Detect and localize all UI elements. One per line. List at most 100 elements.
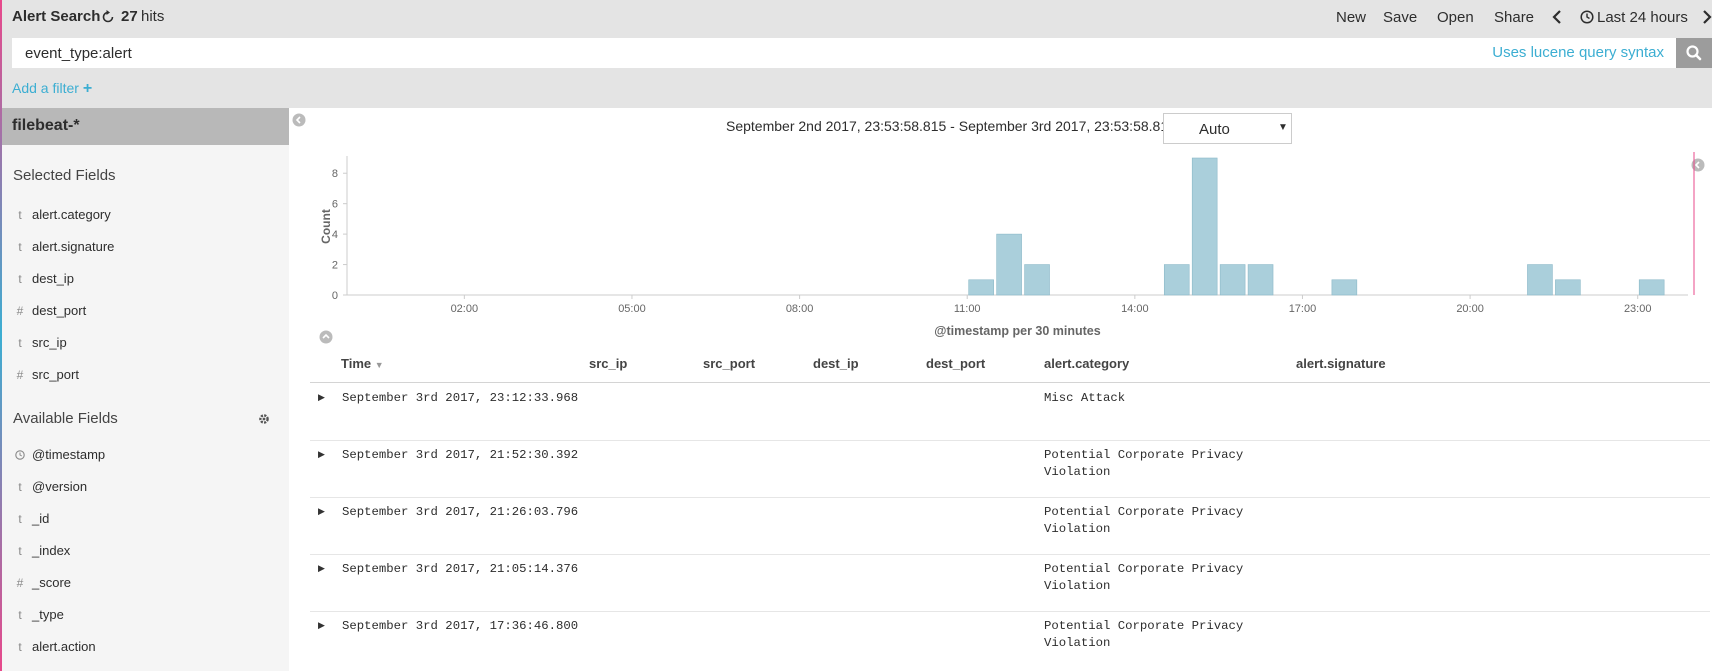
field-name: alert.signature [32,239,115,254]
field-type-number: # [16,576,24,590]
lucene-syntax-link[interactable]: Uses lucene query syntax [1492,44,1664,61]
field-item[interactable]: t _index [2,536,289,568]
field-item[interactable]: t _type [2,600,289,632]
column-header-alert-category[interactable]: alert.category [1044,356,1129,371]
field-item[interactable]: # _score [2,568,289,600]
field-type-string: t [18,640,22,654]
field-item[interactable]: t dest_ip [2,264,289,296]
cell-alert-category: Potential Corporate Privacy Violation [1044,505,1244,536]
field-type-string: t [18,512,22,526]
table-row: ▶ September 3rd 2017, 17:36:46.800 Poten… [310,612,1710,669]
column-header-alert-signature[interactable]: alert.signature [1296,356,1386,371]
collapse-histogram-icon[interactable] [319,330,333,344]
query-bar: Uses lucene query syntax [2,36,1712,70]
field-name: @timestamp [32,447,106,462]
x-axis-label: @timestamp per 30 minutes [934,324,1100,338]
expand-row-icon[interactable]: ▶ [318,620,325,631]
expand-row-icon[interactable]: ▶ [318,506,325,517]
field-item[interactable]: t _id [2,504,289,536]
cell-alert-category: Misc Attack [1044,391,1126,405]
selected-fields-title: Selected Fields [13,167,116,184]
chevron-right-icon[interactable] [1700,8,1712,26]
field-type-string: t [18,544,22,558]
field-item[interactable]: t alert.signature [2,232,289,264]
field-item[interactable]: # src_port [2,360,289,392]
sort-icon[interactable]: ▼ [375,360,384,370]
index-pattern-selector[interactable]: filebeat-* [2,108,289,145]
available-fields-title: Available Fields [13,410,118,427]
column-header-dest-port[interactable]: dest_port [926,356,985,371]
cell-alert-category: Potential Corporate Privacy Violation [1044,619,1244,650]
add-filter-button[interactable]: Add a filter + [12,80,92,98]
histogram-bar [1191,157,1218,296]
x-tick-label: 17:00 [1289,303,1317,315]
open-button[interactable]: Open [1437,9,1474,26]
field-name: dest_port [32,303,87,318]
time-picker-button[interactable]: Last 24 hours [1597,9,1688,26]
collapse-sidebar-icon[interactable] [292,113,306,127]
field-item[interactable]: # dest_port [2,296,289,328]
field-type-string: t [18,272,22,286]
expand-row-icon[interactable]: ▶ [318,563,325,574]
x-tick-label: 20:00 [1456,303,1484,315]
clock-icon [15,450,25,460]
search-icon [1686,45,1702,61]
field-item[interactable]: @timestamp [2,440,289,472]
histogram-bar [1247,264,1274,296]
column-header-src-ip[interactable]: src_ip [589,356,627,371]
x-tick-label: 08:00 [786,303,814,315]
field-item[interactable]: t @version [2,472,289,504]
histogram-bar [1163,264,1190,296]
field-item[interactable]: t alert.category [2,200,289,232]
cell-time: September 3rd 2017, 21:26:03.796 [342,505,579,519]
gear-icon[interactable] [255,410,273,428]
share-button[interactable]: Share [1494,9,1534,26]
hits-count: 27 [121,8,138,25]
new-button[interactable]: New [1336,9,1366,26]
x-tick-label: 14:00 [1121,303,1149,315]
histogram-bar [1638,279,1665,296]
field-item[interactable]: t src_ip [2,328,289,360]
x-tick-label: 05:00 [618,303,646,315]
interval-select[interactable]: Auto ▼ [1163,113,1292,144]
column-header-dest-ip[interactable]: dest_ip [813,356,859,371]
field-name: alert.category [32,207,111,222]
search-button[interactable] [1676,38,1712,68]
cell-time: September 3rd 2017, 17:36:46.800 [342,619,579,633]
chevron-left-icon[interactable] [1550,8,1564,26]
field-item[interactable]: t alert.action [2,632,289,664]
x-tick-label: 02:00 [451,303,479,315]
table-header: Time ▼ src_ip src_port dest_ip dest_port… [310,350,1710,382]
x-tick-label: 23:00 [1624,303,1652,315]
field-type-number: # [16,304,24,318]
refresh-icon[interactable] [100,9,116,25]
histogram-bar [1527,264,1553,296]
caret-down-icon: ▼ [1278,122,1288,133]
cell-alert-category: Potential Corporate Privacy Violation [1044,448,1244,479]
column-header-time[interactable]: Time ▼ [341,356,384,371]
histogram-chart: 02468Count02:00 05:00 08:00 11:00 14:00 17:00… [319,152,1695,338]
histogram-bar [1024,264,1050,296]
field-name: _type [32,607,64,622]
table-row: ▶ September 3rd 2017, 21:52:30.392 Poten… [310,441,1710,498]
cell-alert-category: Potential Corporate Privacy Violation [1044,562,1244,593]
histogram-bar [1219,264,1246,296]
field-type-number: # [16,368,24,382]
expand-row-icon[interactable]: ▶ [318,449,325,460]
search-input[interactable] [12,38,1676,68]
y-axis-label: Count [319,209,333,244]
field-type-string: t [18,240,22,254]
column-header-label: Time [341,356,372,371]
histogram-bar [996,233,1022,296]
page-title: Alert Search [12,8,101,25]
hits-label: hits [141,8,165,25]
y-tick-label: 6 [332,199,338,211]
add-filter-label: Add a filter [12,80,79,96]
field-name: dest_ip [32,271,74,286]
column-header-src-port[interactable]: src_port [703,356,755,371]
save-button[interactable]: Save [1383,9,1417,26]
field-sidebar: filebeat-* Selected Fields t alert.categ… [2,108,289,671]
histogram-bar [1331,279,1358,296]
filter-bar: Add a filter + [2,70,1712,108]
expand-row-icon[interactable]: ▶ [318,392,325,403]
